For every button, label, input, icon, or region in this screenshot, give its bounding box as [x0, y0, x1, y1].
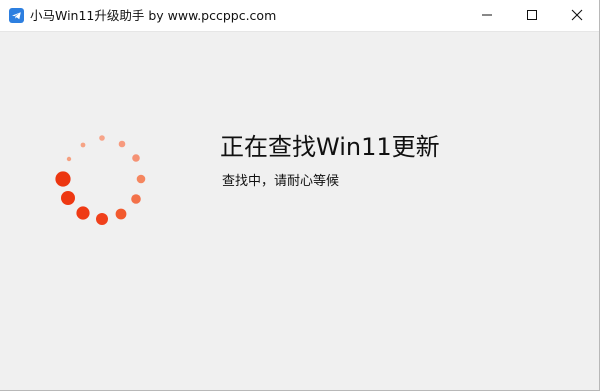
app-window: 小马Win11升级助手 by www.pccppc.com 正在查找Win11更…	[0, 0, 600, 391]
minimize-button[interactable]	[464, 0, 510, 31]
maximize-icon	[527, 10, 537, 20]
title-bar[interactable]: 小马Win11升级助手 by www.pccppc.com	[0, 0, 599, 32]
minimize-icon	[482, 14, 492, 16]
telegram-plane-icon	[9, 8, 24, 23]
loading-spinner-icon	[55, 135, 146, 225]
maximize-button[interactable]	[509, 0, 555, 31]
close-button[interactable]	[554, 0, 600, 31]
close-icon	[571, 9, 583, 21]
status-text: 查找中，请耐心等候	[222, 174, 340, 189]
page-title: 正在查找Win11更新	[220, 133, 440, 161]
window-title: 小马Win11升级助手 by www.pccppc.com	[30, 8, 277, 23]
